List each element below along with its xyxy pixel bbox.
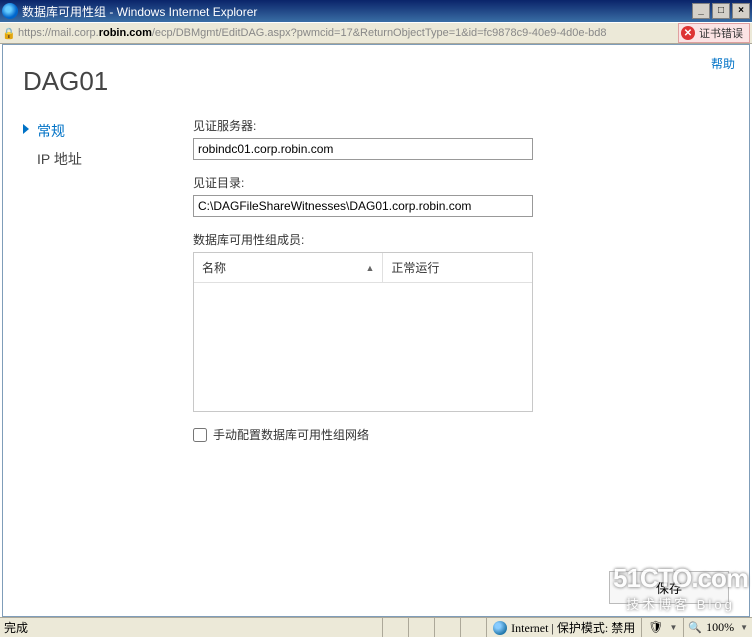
ie-icon	[2, 3, 18, 19]
cert-error-label: 证书错误	[699, 25, 743, 41]
chevron-down-icon: ▼	[667, 623, 677, 632]
col-status[interactable]: 正常运行	[383, 253, 532, 282]
window-titlebar: 数据库可用性组 - Windows Internet Explorer _ □ …	[0, 0, 752, 22]
globe-icon	[493, 621, 507, 635]
witness-dir-label: 见证目录:	[193, 174, 719, 191]
field-members: 数据库可用性组成员: 名称 ▲ 正常运行	[193, 231, 719, 412]
window-title: 数据库可用性组 - Windows Internet Explorer	[22, 3, 692, 20]
status-zone[interactable]: Internet | 保护模式: 禁用	[486, 618, 641, 637]
page-title: DAG01	[3, 66, 749, 117]
save-button[interactable]: 保存	[609, 571, 729, 604]
content-area: 帮助 DAG01 常规 IP 地址 见证服务器: 见证目录: 数据库可用性组成员…	[2, 44, 750, 617]
maximize-button[interactable]: □	[712, 3, 730, 19]
url-field[interactable]: https://mail.corp.robin.com/ecp/DBMgmt/E…	[18, 27, 674, 39]
sidebar: 常规 IP 地址	[23, 117, 193, 616]
sort-asc-icon: ▲	[365, 263, 374, 273]
status-pane-3	[434, 618, 460, 637]
witness-dir-input[interactable]	[193, 195, 533, 217]
save-row: 保存	[609, 571, 729, 604]
sidebar-item-ip[interactable]: IP 地址	[23, 145, 193, 173]
shield-icon: 🛡	[648, 620, 663, 635]
grid-header: 名称 ▲ 正常运行	[194, 253, 532, 283]
status-bar: 完成 Internet | 保护模式: 禁用 🛡 ▼ 🔍 100% ▼	[0, 617, 752, 637]
col-name[interactable]: 名称 ▲	[194, 253, 383, 282]
witness-server-label: 见证服务器:	[193, 117, 719, 134]
members-grid: 名称 ▲ 正常运行	[193, 252, 533, 412]
status-pane-4	[460, 618, 486, 637]
field-witness-dir: 见证目录:	[193, 174, 719, 217]
members-label: 数据库可用性组成员:	[193, 231, 719, 248]
cert-error-icon: ✕	[681, 26, 695, 40]
status-protected-toggle[interactable]: 🛡 ▼	[641, 618, 683, 637]
manual-net-row[interactable]: 手动配置数据库可用性组网络	[193, 426, 719, 443]
zoom-icon: 🔍	[688, 621, 702, 634]
window-buttons: _ □ ×	[692, 3, 750, 19]
witness-server-input[interactable]	[193, 138, 533, 160]
address-bar: 🔒 https://mail.corp.robin.com/ecp/DBMgmt…	[0, 22, 752, 44]
page-body: 常规 IP 地址 见证服务器: 见证目录: 数据库可用性组成员: 名称 ▲	[3, 117, 749, 616]
status-zoom[interactable]: 🔍 100% ▼	[683, 618, 752, 637]
field-witness-server: 见证服务器:	[193, 117, 719, 160]
close-button[interactable]: ×	[732, 3, 750, 19]
status-pane-2	[408, 618, 434, 637]
minimize-button[interactable]: _	[692, 3, 710, 19]
manual-net-label: 手动配置数据库可用性组网络	[213, 426, 369, 443]
main-panel: 见证服务器: 见证目录: 数据库可用性组成员: 名称 ▲ 正常运行	[193, 117, 729, 616]
manual-net-checkbox[interactable]	[193, 428, 207, 442]
certificate-error-button[interactable]: ✕ 证书错误	[678, 23, 750, 43]
status-done: 完成	[0, 618, 382, 637]
sidebar-item-general[interactable]: 常规	[23, 117, 193, 145]
status-pane-1	[382, 618, 408, 637]
lock-icon: 🔒	[2, 26, 16, 40]
chevron-down-icon: ▼	[738, 623, 748, 632]
